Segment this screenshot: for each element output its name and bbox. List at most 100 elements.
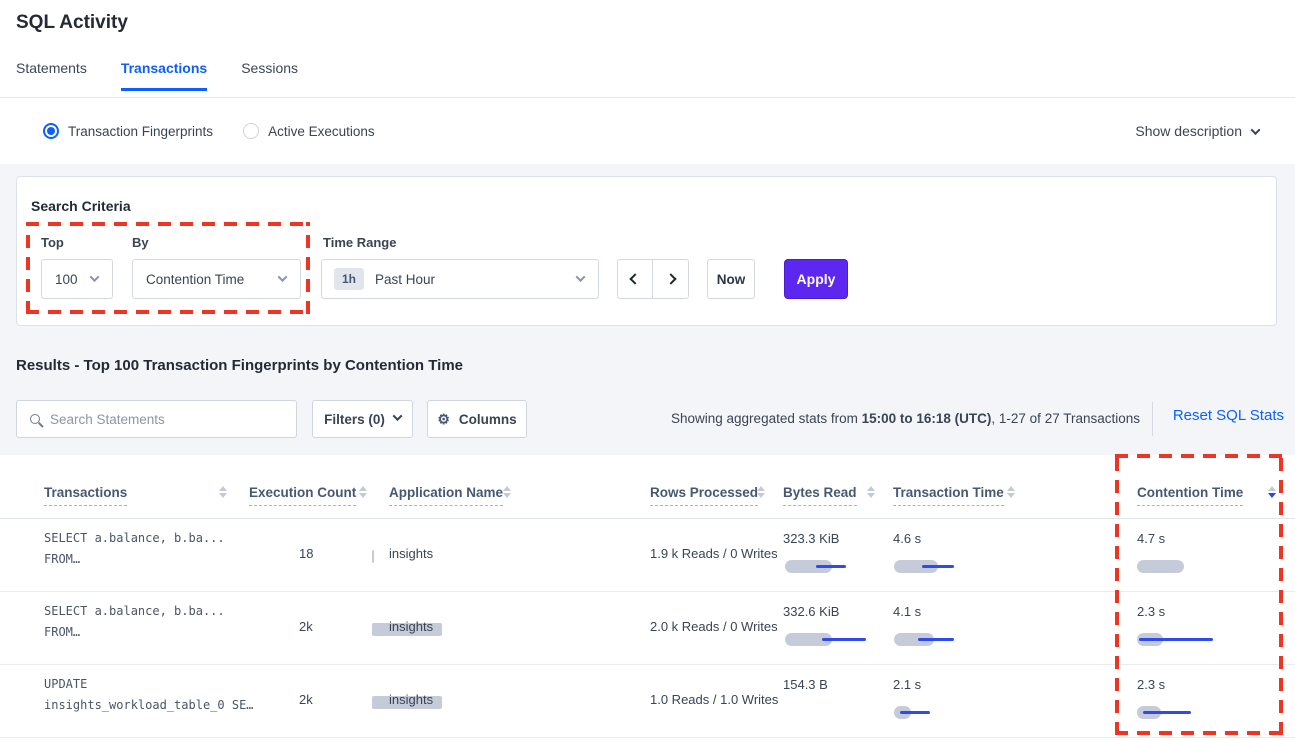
execution-count-value: 2k xyxy=(299,619,313,634)
sort-icon[interactable] xyxy=(867,486,875,498)
radio-transaction-fingerprints[interactable]: Transaction Fingerprints xyxy=(43,123,213,139)
radio-label: Transaction Fingerprints xyxy=(68,124,213,139)
columns-button-label: Columns xyxy=(459,412,517,427)
aggregated-stats-text: Showing aggregated stats from 15:00 to 1… xyxy=(671,411,1140,426)
gear-icon: ⚙ xyxy=(437,412,450,426)
time-range-value: Past Hour xyxy=(375,272,435,287)
by-label: By xyxy=(132,235,149,250)
column-header-transactions[interactable]: Transactions xyxy=(44,485,127,506)
radio-selected-icon[interactable] xyxy=(43,123,59,139)
chevron-down-icon xyxy=(392,411,402,421)
next-time-button[interactable] xyxy=(653,260,688,298)
tab-transactions[interactable]: Transactions xyxy=(121,60,207,91)
sort-icon[interactable] xyxy=(757,486,765,498)
column-header-transaction-time[interactable]: Transaction Time xyxy=(893,485,1004,506)
bytes-read-stddev-line xyxy=(816,565,846,568)
column-header-contention-time[interactable]: Contention Time xyxy=(1137,485,1243,506)
execution-count-value: 18 xyxy=(299,546,313,561)
sort-icon[interactable] xyxy=(503,486,511,498)
rows-processed-value: 2.0 k Reads / 0 Writes xyxy=(650,619,778,634)
top-select-value: 100 xyxy=(42,272,78,287)
chevron-down-icon xyxy=(1251,125,1261,135)
view-toggle-bar: Transaction Fingerprints Active Executio… xyxy=(0,98,1295,164)
page-title: SQL Activity xyxy=(16,12,128,34)
toolbar-divider xyxy=(1152,402,1153,436)
column-header-rows-processed[interactable]: Rows Processed xyxy=(650,485,758,506)
table-row: SELECT a.balance, b.ba...FROM… 18 insigh… xyxy=(0,519,1295,592)
column-header-bytes-read[interactable]: Bytes Read xyxy=(783,485,857,506)
table-row: SELECT a.balance, b.ba...FROM… 2k insigh… xyxy=(0,592,1295,665)
application-name-value: insights xyxy=(389,619,433,634)
columns-button[interactable]: ⚙ Columns xyxy=(427,400,527,438)
prev-time-button[interactable] xyxy=(618,260,653,298)
top-select[interactable]: 100 xyxy=(41,259,113,299)
search-criteria-card: Search Criteria Top 100 By Contention Ti… xyxy=(16,176,1277,326)
radio-unselected-icon[interactable] xyxy=(243,123,259,139)
tab-statements[interactable]: Statements xyxy=(16,60,87,91)
show-description-toggle[interactable]: Show description xyxy=(1135,123,1259,139)
sql-activity-page: SQL Activity Statements Transactions Ses… xyxy=(0,0,1295,740)
now-button-label: Now xyxy=(717,272,746,287)
column-header-application-name[interactable]: Application Name xyxy=(389,485,503,506)
filters-button[interactable]: Filters (0) xyxy=(312,400,413,438)
application-name-value: insights xyxy=(389,692,433,707)
transaction-query-link[interactable]: SELECT a.balance, b.ba...FROM… xyxy=(44,601,225,643)
contention-time-stddev-line xyxy=(1139,638,1213,641)
contention-time-value: 2.3 s xyxy=(1137,677,1165,692)
time-range-select[interactable]: 1h Past Hour xyxy=(321,259,599,299)
contention-time-value: 2.3 s xyxy=(1137,604,1165,619)
sort-icon[interactable] xyxy=(1007,486,1015,498)
apply-button-label: Apply xyxy=(797,271,836,287)
contention-time-bar xyxy=(1137,560,1184,573)
show-description-label: Show description xyxy=(1135,123,1242,139)
chevron-right-icon xyxy=(665,273,676,284)
bytes-read-stddev-line xyxy=(822,638,866,641)
top-label: Top xyxy=(41,235,64,250)
transaction-time-stddev-line xyxy=(922,565,954,568)
execution-count-bar xyxy=(372,550,374,563)
table-row: UPDATEinsights_workload_table_0 SE… 2k i… xyxy=(0,665,1295,738)
transaction-query-link[interactable]: UPDATEinsights_workload_table_0 SE… xyxy=(44,674,254,716)
results-heading: Results - Top 100 Transaction Fingerprin… xyxy=(16,357,463,374)
search-input[interactable] xyxy=(50,412,280,427)
filters-button-label: Filters (0) xyxy=(324,412,385,427)
tab-bar: Statements Transactions Sessions xyxy=(16,60,298,91)
transaction-time-value: 4.6 s xyxy=(893,531,921,546)
transaction-time-value: 4.1 s xyxy=(893,604,921,619)
transaction-time-value: 2.1 s xyxy=(893,677,921,692)
bytes-read-value: 154.3 B xyxy=(783,677,828,692)
sort-icon[interactable] xyxy=(219,486,227,498)
execution-count-value: 2k xyxy=(299,692,313,707)
sort-icon-active-desc[interactable] xyxy=(1268,486,1276,498)
sort-icon[interactable] xyxy=(359,486,367,498)
stats-time-range: 15:00 to 16:18 (UTC) xyxy=(862,411,992,426)
transactions-table: Transactions Execution Count Application… xyxy=(0,455,1295,740)
reset-sql-stats-link[interactable]: Reset SQL Stats xyxy=(1173,407,1284,424)
search-icon xyxy=(30,414,40,424)
time-range-badge: 1h xyxy=(334,268,364,290)
by-select-value: Contention Time xyxy=(133,272,244,287)
tab-sessions[interactable]: Sessions xyxy=(241,60,298,91)
chevron-down-icon xyxy=(278,272,288,282)
column-header-execution-count[interactable]: Execution Count xyxy=(249,485,356,506)
transaction-time-stddev-line xyxy=(900,711,930,714)
chevron-down-icon xyxy=(90,272,100,282)
transaction-query-link[interactable]: SELECT a.balance, b.ba...FROM… xyxy=(44,528,225,570)
bytes-read-value: 323.3 KiB xyxy=(783,531,839,546)
radio-active-executions[interactable]: Active Executions xyxy=(243,123,375,139)
search-statements-box xyxy=(16,400,297,438)
radio-label: Active Executions xyxy=(268,124,375,139)
rows-processed-value: 1.0 Reads / 1.0 Writes xyxy=(650,692,778,707)
chevron-left-icon xyxy=(629,273,640,284)
apply-button[interactable]: Apply xyxy=(784,259,848,299)
now-button[interactable]: Now xyxy=(707,259,755,299)
time-range-arrows xyxy=(617,259,689,299)
table-header-row: Transactions Execution Count Application… xyxy=(0,455,1295,519)
time-range-label: Time Range xyxy=(323,235,396,250)
contention-time-value: 4.7 s xyxy=(1137,531,1165,546)
rows-processed-value: 1.9 k Reads / 0 Writes xyxy=(650,546,778,561)
by-select[interactable]: Contention Time xyxy=(132,259,301,299)
contention-time-stddev-line xyxy=(1143,711,1191,714)
transaction-time-stddev-line xyxy=(918,638,954,641)
search-criteria-title: Search Criteria xyxy=(31,198,131,214)
